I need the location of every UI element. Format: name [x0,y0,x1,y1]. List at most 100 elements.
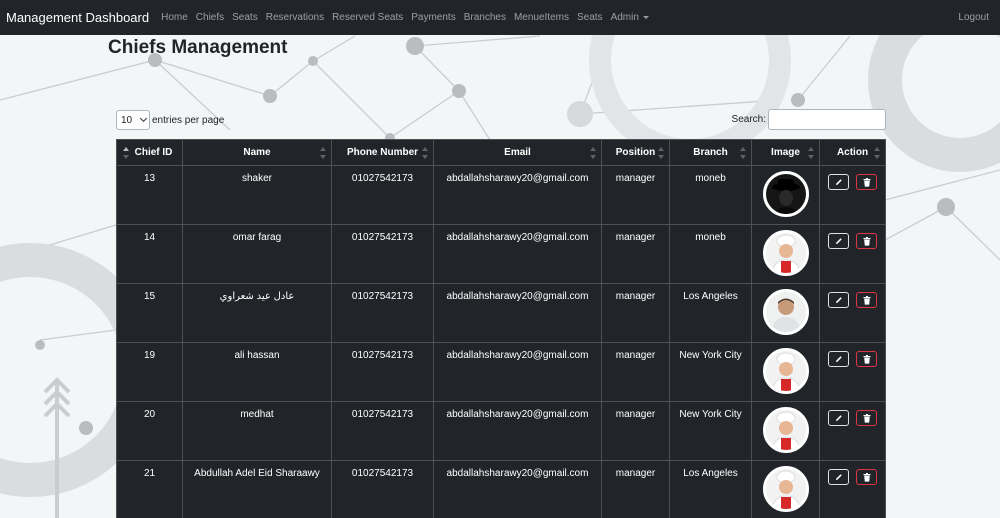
sort-icon [590,147,596,159]
cell-branch: moneb [669,165,752,225]
cell-action [819,342,886,402]
cell-email: abdallahsharawy20@gmail.com [433,165,602,225]
cell-action [819,460,886,518]
table-row: 13 shaker 01027542173 abdallahsharawy20@gma… [116,165,886,225]
table-row: 14 omar farag 01027542173 abdallahsharawy20… [116,224,886,284]
table-row: 21 Abdullah Adel Eid Sharaawy 01027542173 a… [116,460,886,518]
action-buttons [820,291,885,308]
sort-icon [123,147,129,159]
search-label: Search: [731,114,766,125]
nav-reservations[interactable]: Reservations [262,12,328,23]
trash-icon [863,236,870,246]
cell-chief-id: 20 [116,401,183,461]
cell-phone: 01027542173 [331,401,434,461]
header-chief-id[interactable]: Chief ID [116,139,183,166]
header-position[interactable]: Position [601,139,670,166]
delete-button[interactable] [856,351,877,367]
edit-button[interactable] [828,292,849,308]
cell-branch: Los Angeles [669,283,752,343]
cell-email: abdallahsharawy20@gmail.com [433,342,602,402]
cell-action [819,401,886,461]
cell-position: manager [601,224,670,284]
nav-branches[interactable]: Branches [460,12,510,23]
pencil-icon [835,415,842,421]
chiefs-table: Chief ID Name Phone Number Email Positio… [116,139,886,518]
header-branch-label: Branch [693,147,728,158]
header-name[interactable]: Name [182,139,332,166]
delete-button[interactable] [856,410,877,426]
edit-button[interactable] [828,469,849,485]
header-image-label: Image [771,147,800,158]
chief-avatar [762,230,809,276]
nav-seats[interactable]: Seats [228,12,262,23]
cell-chief-id: 15 [116,283,183,343]
cell-name: عادل عيد شعراوي [182,283,332,343]
cell-email: abdallahsharawy20@gmail.com [433,224,602,284]
delete-button[interactable] [856,469,877,485]
pencil-icon [835,356,842,362]
chief-avatar [762,466,809,512]
cell-action [819,165,886,225]
nav-admin-dropdown[interactable]: Admin [607,12,653,23]
pencil-icon [835,474,842,480]
cell-branch: Los Angeles [669,460,752,518]
edit-button[interactable] [828,351,849,367]
nav-chiefs[interactable]: Chiefs [192,12,228,23]
cell-chief-id: 13 [116,165,183,225]
sort-icon [658,147,664,159]
logout-link[interactable]: Logout [958,12,989,23]
cell-chief-id: 21 [116,460,183,518]
cell-phone: 01027542173 [331,342,434,402]
sort-icon [808,147,814,159]
entries-per-page-select[interactable]: 10 [116,110,150,130]
cell-branch: moneb [669,224,752,284]
trash-icon [863,472,870,482]
top-navbar: Management Dashboard Home Chiefs Seats R… [0,0,1000,35]
delete-button[interactable] [856,233,877,249]
pencil-icon [835,297,842,303]
cell-name: medhat [182,401,332,461]
trash-icon [863,295,870,305]
edit-button[interactable] [828,233,849,249]
header-phone[interactable]: Phone Number [331,139,434,166]
cell-phone: 01027542173 [331,460,434,518]
cell-name: shaker [182,165,332,225]
cell-position: manager [601,165,670,225]
nav-menueitems[interactable]: MenueItems [510,12,573,23]
cell-position: manager [601,401,670,461]
header-position-label: Position [615,147,656,158]
header-branch[interactable]: Branch [669,139,752,166]
header-image[interactable]: Image [751,139,820,166]
edit-button[interactable] [828,410,849,426]
search-input[interactable] [768,109,886,130]
action-buttons [820,232,885,249]
cell-email: abdallahsharawy20@gmail.com [433,460,602,518]
nav-payments[interactable]: Payments [407,12,459,23]
header-name-label: Name [243,147,271,158]
chief-avatar [762,289,809,335]
pencil-icon [835,238,842,244]
cell-position: manager [601,283,670,343]
cell-email: abdallahsharawy20@gmail.com [433,401,602,461]
header-action[interactable]: Action [819,139,886,166]
cell-branch: New York City [669,401,752,461]
navbar-brand[interactable]: Management Dashboard [6,10,149,25]
trash-icon [863,177,870,187]
nav-reserved-seats[interactable]: Reserved Seats [328,12,407,23]
table-header-row: Chief ID Name Phone Number Email Positio… [116,139,886,166]
action-buttons [820,468,885,485]
trash-icon [863,413,870,423]
header-email[interactable]: Email [433,139,602,166]
delete-button[interactable] [856,174,877,190]
cell-image [751,283,820,343]
cell-name: ali hassan [182,342,332,402]
cell-name: omar farag [182,224,332,284]
nav-seats-2[interactable]: Seats [573,12,607,23]
chief-avatar [762,407,809,453]
table-row: 20 medhat 01027542173 abdallahsharawy20@gma… [116,401,886,461]
edit-button[interactable] [828,174,849,190]
cell-action [819,224,886,284]
delete-button[interactable] [856,292,877,308]
sort-icon [422,147,428,159]
nav-home[interactable]: Home [157,12,192,23]
